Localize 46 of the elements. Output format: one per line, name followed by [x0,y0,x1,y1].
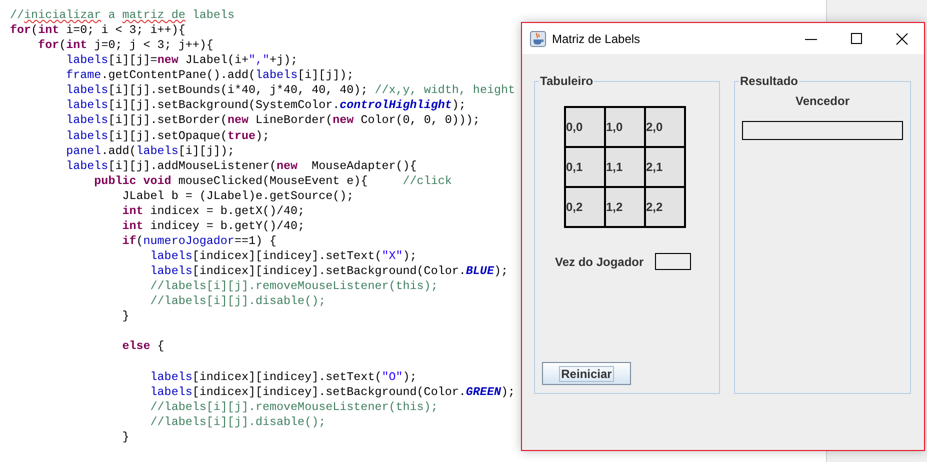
panel-title: Resultado [739,74,800,88]
board-cell[interactable]: 2,2 [645,187,685,227]
turn-field [654,253,691,270]
code-line: //labels[i][j].removeMouseListener(this); [149,400,438,415]
maximize-icon[interactable] [851,33,862,44]
code-line: //labels[i][j].disable(); [149,294,326,310]
board-cell[interactable]: 1,1 [605,147,645,187]
code-line: labels[i][j].setOpaque(true); [65,128,270,144]
board-cell[interactable]: 2,0 [645,107,685,147]
window-title: Matriz de Labels [552,32,640,46]
code-line: //inicializar a matriz de labels [10,8,234,24]
code-line: for(int j=0; j < 3; j++){ [37,38,214,54]
code-line: labels[indicex][indicey].setBackground(Color.BLUE); [149,264,508,280]
code-line: } [121,430,130,445]
board-cell[interactable]: 0,0 [565,107,605,147]
code-line: if(numeroJogador==1) { [121,234,277,249]
code-line: labels[i][j].setBackground(SystemColor.controlHighlight); [65,98,466,114]
close-icon[interactable] [896,32,908,44]
board-cell[interactable]: 1,0 [605,107,645,147]
board-cell[interactable]: 1,2 [605,187,645,227]
winner-label: Vencedor [795,94,850,108]
code-line: frame.getContentPane().add(labels[i][j]); [65,68,354,84]
code-line: } [121,309,130,324]
code-line: public void mouseClicked(MouseEvent e){ //click [93,174,452,189]
code-line: labels[i][j].setBorder(new LineBorder(new Color(0, 0, 0))); [65,113,480,128]
code-line: labels[i][j].setBounds(i*40, j*40, 40, 40); //x,y, width, height [65,83,516,98]
board-cell[interactable]: 0,1 [565,147,605,187]
board-cell[interactable]: 2,1 [645,147,685,187]
code-line: int indicex = b.getX()/40; [121,204,305,219]
turn-label: Vez do Jogador [555,254,644,268]
code-line: labels[indicex][indicey].setText("O"); [149,368,417,385]
board-cell[interactable]: 0,2 [565,187,605,227]
code-line: for(int i=0; i < 3; i++){ [10,23,186,38]
restart-button[interactable]: Reiniciar [542,362,631,385]
code-line: JLabel b = (JLabel)e.getSource(); [121,188,354,204]
code-line: int indicey = b.getY()/40; [121,218,305,234]
code-line: //labels[i][j].disable(); [149,414,326,430]
code-line: else { [121,338,164,354]
panel-title: Tabuleiro [539,74,594,88]
code-line: labels[indicex][indicey].setBackground(Color.GREEN); [149,384,516,400]
code-line: labels[i][j]=new JLabel(i+","+j); [65,53,298,68]
code-line: labels[i][j].addMouseListener(new MouseAdapter(){ [65,158,417,174]
coffee-cup-icon [530,30,546,46]
code-line: //labels[i][j].removeMouseListener(this); [149,279,438,294]
code-line: panel.add(labels[i][j]); [65,144,234,159]
code-line: labels[indicex][indicey].setText("X"); [149,249,417,264]
